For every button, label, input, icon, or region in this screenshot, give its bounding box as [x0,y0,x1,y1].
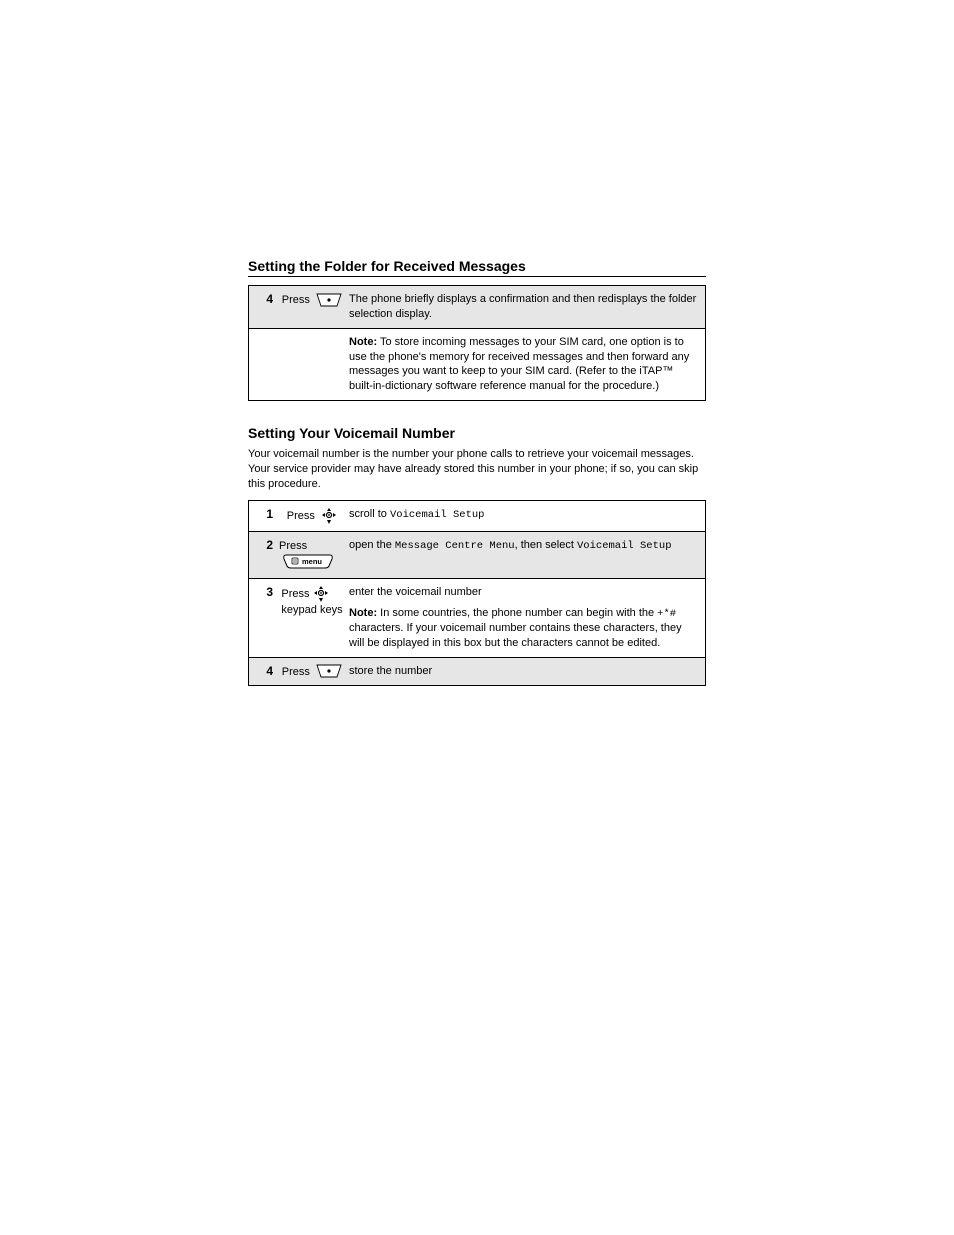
section-title-2: Setting Your Voicemail Number [248,425,706,441]
table-row: 3 Press keypad keys [249,578,705,657]
step-action: Press keypad keys [277,579,347,657]
step-description: enter the voicemail number Note: In some… [347,579,705,657]
note-label: Note: [349,336,377,348]
step-description: open the Message Centre Menu, then selec… [347,532,705,578]
rule-1 [248,276,706,277]
step-action: Press [277,658,347,685]
empty-cell [249,329,277,400]
table-1: 4 Press The phone briefly displays a con… [248,285,706,401]
desc-code: Voicemail Setup [577,540,672,552]
table-row: 4 Press The phone briefly displays a con… [249,286,705,328]
step-description: scroll to Voicemail Setup [347,501,705,531]
step-action: Press [277,501,347,531]
action-label: Press [287,510,315,522]
menu-key-icon: menu [282,553,334,572]
desc-text: enter the voicemail number [349,586,482,598]
nav-key-icon [313,585,329,603]
select-key-icon [316,664,342,678]
table-row: 2 Press menu open the [249,531,705,578]
svg-text:menu: menu [302,557,322,566]
step-number: 3 [249,579,277,657]
intro-text: Your voicemail number is the number your… [248,447,706,492]
step-description: The phone briefly displays a confirmatio… [347,286,705,328]
note-text: To store incoming messages to your SIM c… [349,336,689,393]
empty-cell [277,329,347,400]
step-number: 1 [249,501,277,531]
action-label: Press [281,588,312,600]
desc-code: Message Centre Menu [395,540,515,552]
step-number: 2 [249,532,277,578]
action-suffix: keypad keys [281,604,342,616]
step-description: store the number [347,658,705,685]
step-action: Press [277,286,347,328]
note-label: Note: [349,607,377,619]
step-number: 4 [249,286,277,328]
step-action: Press menu [277,532,347,578]
desc-prefix: scroll to [349,508,390,520]
note-text: characters. If your voicemail number con… [349,622,682,649]
note-text: In some countries, the phone number can … [377,607,657,619]
step-note: Note: To store incoming messages to your… [347,329,705,400]
note-code: +*# [657,608,676,620]
table-row: Note: To store incoming messages to your… [249,328,705,400]
desc-mid: , then select [515,539,577,551]
action-label: Press [282,294,310,306]
action-label: Press [279,540,307,552]
desc-prefix: open the [349,539,395,551]
action-label: Press [282,666,310,678]
select-key-icon [316,293,342,307]
table-2: 1 Press [248,500,706,686]
nav-key-icon [321,507,337,525]
desc-code: Voicemail Setup [390,509,485,521]
table-row: 1 Press [249,501,705,531]
table-row: 4 Press store the number [249,657,705,685]
step-number: 4 [249,658,277,685]
section-title-1: Setting the Folder for Received Messages [248,258,706,274]
